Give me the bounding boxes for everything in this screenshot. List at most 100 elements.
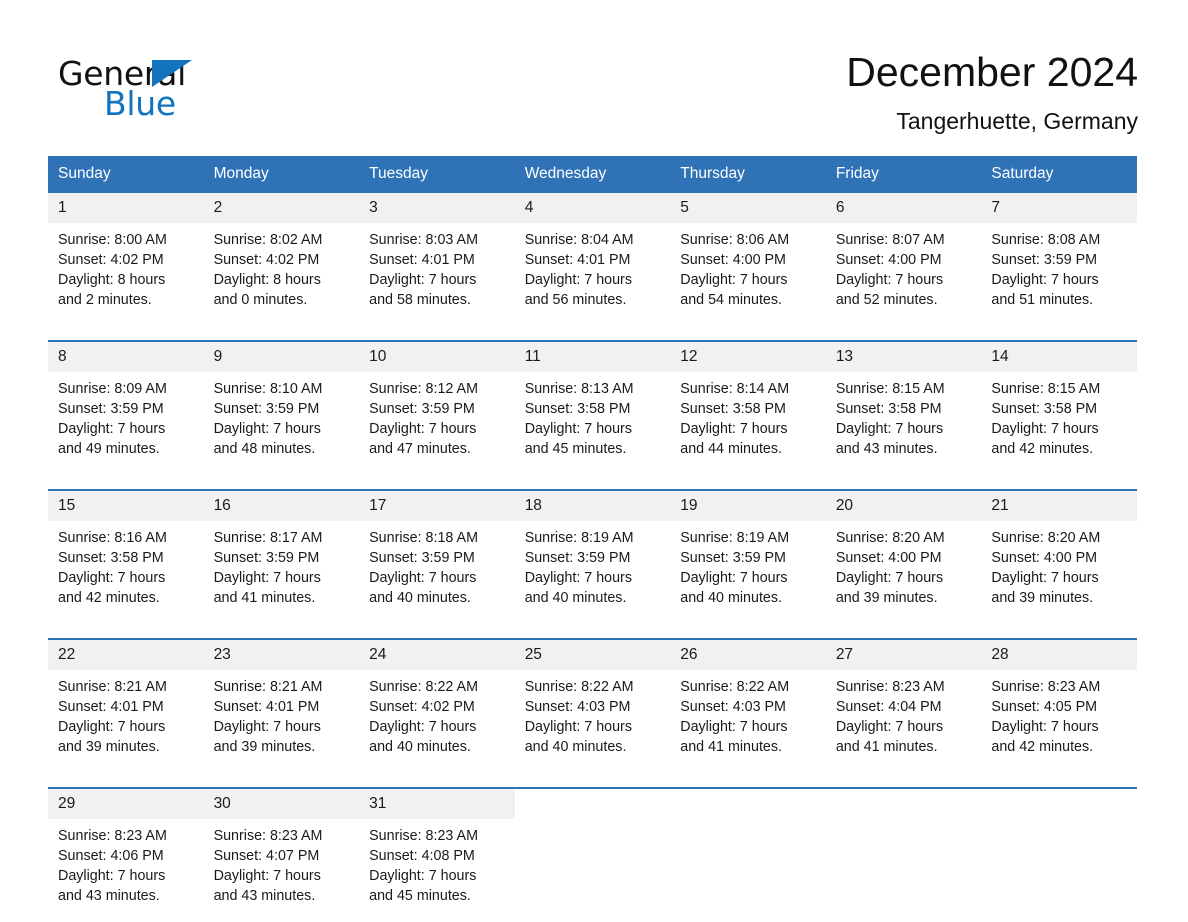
day-number[interactable]: 8 — [48, 340, 204, 373]
week-5-details: Sunrise: 8:23 AM Sunset: 4:06 PM Dayligh… — [48, 819, 1137, 922]
day-cell[interactable]: Sunrise: 8:13 AM Sunset: 3:58 PM Dayligh… — [514, 372, 671, 476]
day-cell[interactable]: Sunrise: 8:17 AM Sunset: 3:59 PM Dayligh… — [203, 521, 360, 625]
day-number[interactable]: 13 — [825, 340, 982, 373]
day-cell[interactable]: Sunrise: 8:19 AM Sunset: 3:59 PM Dayligh… — [514, 521, 671, 625]
daylight-text-line2: and 42 minutes. — [58, 590, 160, 607]
day-cell[interactable]: Sunrise: 8:21 AM Sunset: 4:01 PM Dayligh… — [48, 670, 204, 774]
day-number[interactable]: 10 — [359, 340, 515, 373]
sunset-text: Sunset: 3:59 PM — [680, 550, 786, 567]
sunset-text: Sunset: 3:59 PM — [58, 401, 164, 418]
day-number[interactable]: 26 — [670, 638, 826, 671]
sunset-text: Sunset: 3:58 PM — [991, 401, 1098, 418]
daylight-text-line1: Daylight: 7 hours — [524, 570, 632, 587]
day-number[interactable]: 17 — [359, 489, 515, 522]
day-cell[interactable]: Sunrise: 8:04 AM Sunset: 4:01 PM Dayligh… — [514, 223, 671, 327]
daylight-text-line1: Daylight: 7 hours — [58, 719, 166, 736]
day-number[interactable]: 30 — [203, 787, 360, 820]
sunset-text: Sunset: 4:05 PM — [991, 699, 1098, 716]
daylight-text-line1: Daylight: 7 hours — [835, 570, 944, 587]
day-number[interactable]: 14 — [981, 340, 1137, 373]
sunset-text: Sunset: 4:01 PM — [58, 699, 164, 716]
day-cell[interactable]: Sunrise: 8:20 AM Sunset: 4:00 PM Dayligh… — [981, 521, 1137, 625]
day-number[interactable]: 12 — [670, 340, 826, 373]
day-number[interactable]: 6 — [825, 193, 982, 224]
sunrise-text: Sunrise: 8:02 AM — [213, 232, 323, 249]
day-number[interactable]: 29 — [48, 787, 204, 820]
day-cell[interactable]: Sunrise: 8:23 AM Sunset: 4:07 PM Dayligh… — [203, 819, 360, 922]
day-cell[interactable]: Sunrise: 8:06 AM Sunset: 4:00 PM Dayligh… — [670, 223, 826, 327]
page-header: General Blue December 2024 Tangerhuette,… — [0, 0, 1188, 134]
day-cell[interactable]: Sunrise: 8:00 AM Sunset: 4:02 PM Dayligh… — [48, 223, 204, 327]
day-number[interactable]: 1 — [48, 193, 204, 224]
day-cell[interactable]: Sunrise: 8:10 AM Sunset: 3:59 PM Dayligh… — [203, 372, 360, 476]
day-number[interactable]: 23 — [203, 638, 360, 671]
day-number[interactable]: 21 — [981, 489, 1137, 522]
day-cell[interactable]: Sunrise: 8:22 AM Sunset: 4:03 PM Dayligh… — [670, 670, 826, 774]
day-number[interactable]: 28 — [981, 638, 1137, 671]
title-block: December 2024 Tangerhuette, Germany — [846, 48, 1138, 134]
day-cell[interactable]: Sunrise: 8:12 AM Sunset: 3:59 PM Dayligh… — [359, 372, 515, 476]
day-cell[interactable]: Sunrise: 8:23 AM Sunset: 4:06 PM Dayligh… — [48, 819, 204, 922]
day-cell[interactable]: Sunrise: 8:23 AM Sunset: 4:05 PM Dayligh… — [981, 670, 1137, 774]
daylight-text-line1: Daylight: 7 hours — [213, 868, 321, 885]
daylight-text-line1: Daylight: 7 hours — [680, 570, 788, 587]
day-number[interactable]: 11 — [514, 340, 671, 373]
day-cell[interactable]: Sunrise: 8:14 AM Sunset: 3:58 PM Dayligh… — [670, 372, 826, 476]
day-cell-empty — [825, 819, 982, 922]
day-cell[interactable]: Sunrise: 8:22 AM Sunset: 4:03 PM Dayligh… — [514, 670, 671, 774]
day-number[interactable]: 15 — [48, 489, 204, 522]
day-cell[interactable]: Sunrise: 8:20 AM Sunset: 4:00 PM Dayligh… — [825, 521, 982, 625]
daylight-text-line2: and 39 minutes. — [835, 590, 938, 607]
day-cell[interactable]: Sunrise: 8:23 AM Sunset: 4:04 PM Dayligh… — [825, 670, 982, 774]
day-number[interactable]: 7 — [981, 193, 1137, 224]
day-number[interactable]: 27 — [825, 638, 982, 671]
day-cell[interactable]: Sunrise: 8:08 AM Sunset: 3:59 PM Dayligh… — [981, 223, 1137, 327]
day-cell[interactable]: Sunrise: 8:21 AM Sunset: 4:01 PM Dayligh… — [203, 670, 360, 774]
day-cell[interactable]: Sunrise: 8:03 AM Sunset: 4:01 PM Dayligh… — [359, 223, 515, 327]
daylight-text-line2: and 51 minutes. — [991, 292, 1094, 309]
day-number[interactable]: 25 — [514, 638, 671, 671]
day-cell[interactable]: Sunrise: 8:22 AM Sunset: 4:02 PM Dayligh… — [359, 670, 515, 774]
weekday-header-sunday: Sunday — [48, 156, 204, 194]
day-cell[interactable]: Sunrise: 8:18 AM Sunset: 3:59 PM Dayligh… — [359, 521, 515, 625]
sunset-text: Sunset: 4:00 PM — [835, 252, 942, 269]
day-number[interactable]: 19 — [670, 489, 826, 522]
sunrise-text: Sunrise: 8:21 AM — [213, 679, 323, 696]
sunset-text: Sunset: 3:59 PM — [369, 550, 475, 567]
daylight-text-line1: Daylight: 7 hours — [835, 421, 944, 438]
day-number[interactable]: 20 — [825, 489, 982, 522]
day-number[interactable]: 5 — [670, 193, 826, 224]
general-blue-logo: General Blue — [58, 48, 218, 123]
day-cell[interactable]: Sunrise: 8:09 AM Sunset: 3:59 PM Dayligh… — [48, 372, 204, 476]
day-number[interactable]: 22 — [48, 638, 204, 671]
sunrise-text: Sunrise: 8:08 AM — [991, 232, 1101, 249]
day-number[interactable]: 9 — [203, 340, 360, 373]
day-number[interactable]: 18 — [514, 489, 671, 522]
day-cell[interactable]: Sunrise: 8:15 AM Sunset: 3:58 PM Dayligh… — [825, 372, 982, 476]
sunset-text: Sunset: 4:01 PM — [369, 252, 475, 269]
sunset-text: Sunset: 4:01 PM — [524, 252, 631, 269]
sunrise-text: Sunrise: 8:15 AM — [991, 381, 1101, 398]
week-2-daynumbers: 8 9 10 11 12 13 14 — [48, 340, 1137, 373]
day-cell[interactable]: Sunrise: 8:07 AM Sunset: 4:00 PM Dayligh… — [825, 223, 982, 327]
sunset-text: Sunset: 3:58 PM — [524, 401, 631, 418]
daylight-text-line2: and 43 minutes. — [213, 888, 316, 905]
day-number[interactable]: 2 — [203, 193, 360, 224]
daylight-text-line1: Daylight: 7 hours — [369, 272, 477, 289]
day-cell[interactable]: Sunrise: 8:19 AM Sunset: 3:59 PM Dayligh… — [670, 521, 826, 625]
day-number[interactable]: 3 — [359, 193, 515, 224]
weekday-header-monday: Monday — [203, 156, 360, 194]
day-cell[interactable]: Sunrise: 8:15 AM Sunset: 3:58 PM Dayligh… — [981, 372, 1137, 476]
day-cell[interactable]: Sunrise: 8:23 AM Sunset: 4:08 PM Dayligh… — [359, 819, 515, 922]
day-number[interactable]: 4 — [514, 193, 671, 224]
day-number[interactable]: 24 — [359, 638, 515, 671]
day-number[interactable]: 31 — [359, 787, 515, 820]
daylight-text-line2: and 44 minutes. — [680, 441, 782, 458]
week-1-details: Sunrise: 8:00 AM Sunset: 4:02 PM Dayligh… — [48, 223, 1137, 327]
day-cell[interactable]: Sunrise: 8:02 AM Sunset: 4:02 PM Dayligh… — [203, 223, 360, 327]
week-4-details: Sunrise: 8:21 AM Sunset: 4:01 PM Dayligh… — [48, 670, 1137, 774]
sunrise-text: Sunrise: 8:10 AM — [213, 381, 323, 398]
logo-text-blue: Blue — [104, 84, 176, 123]
day-cell[interactable]: Sunrise: 8:16 AM Sunset: 3:58 PM Dayligh… — [48, 521, 204, 625]
day-number[interactable]: 16 — [203, 489, 360, 522]
